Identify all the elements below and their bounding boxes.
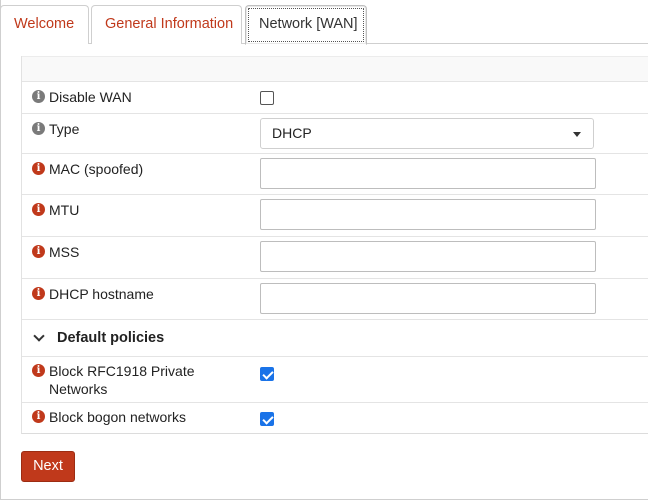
row-block-rfc1918: i Block RFC1918 Private Networks <box>22 357 648 403</box>
panel-header <box>22 56 648 82</box>
mss-label-wrap: i MSS <box>32 243 257 261</box>
row-mtu: i MTU <box>22 195 648 237</box>
tab-general-information[interactable]: General Information <box>91 5 242 44</box>
disable-wan-checkbox[interactable] <box>260 91 274 105</box>
type-select-value: DHCP <box>272 125 312 141</box>
default-policies-title: Default policies <box>57 330 165 346</box>
row-dhcp-hostname: i DHCP hostname <box>22 279 648 320</box>
dhcp-hostname-input[interactable] <box>260 283 596 314</box>
block-rfc1918-label: Block RFC1918 Private Networks <box>49 363 195 397</box>
mac-input[interactable] <box>260 158 596 189</box>
mtu-input[interactable] <box>260 199 596 230</box>
disable-wan-label: Disable WAN <box>49 89 132 105</box>
chevron-down-icon[interactable] <box>33 330 45 342</box>
block-bogon-label-wrap: i Block bogon networks <box>32 408 257 426</box>
info-icon[interactable]: i <box>32 90 45 103</box>
row-disable-wan: i Disable WAN <box>22 82 648 114</box>
mac-label: MAC (spoofed) <box>49 161 144 177</box>
row-type: i Type DHCP <box>22 114 648 154</box>
info-icon[interactable]: i <box>32 410 45 423</box>
block-rfc1918-checkbox[interactable] <box>260 367 274 381</box>
row-mac: i MAC (spoofed) <box>22 154 648 195</box>
tab-bar: Welcome General Information Network [WAN… <box>0 0 648 45</box>
disable-wan-label-wrap: i Disable WAN <box>32 88 257 106</box>
info-icon[interactable]: i <box>32 122 45 135</box>
info-icon[interactable]: i <box>32 245 45 258</box>
type-select[interactable]: DHCP <box>260 118 594 149</box>
row-block-bogon: i Block bogon networks <box>22 403 648 434</box>
dhcp-hostname-label-wrap: i DHCP hostname <box>32 285 257 303</box>
default-policies-title-wrap: Default policies <box>32 330 164 346</box>
next-button[interactable]: Next <box>21 451 75 482</box>
mac-label-wrap: i MAC (spoofed) <box>32 160 257 178</box>
mtu-label-wrap: i MTU <box>32 201 257 219</box>
wan-settings-panel: i Disable WAN i Type DHCP i MAC (spoofed… <box>21 56 648 434</box>
mtu-label: MTU <box>49 202 80 218</box>
block-rfc1918-label-wrap: i Block RFC1918 Private Networks <box>32 362 257 398</box>
row-mss: i MSS <box>22 237 648 279</box>
block-bogon-label: Block bogon networks <box>49 409 186 425</box>
type-label-wrap: i Type <box>32 120 257 138</box>
info-icon[interactable]: i <box>32 287 45 300</box>
tab-network-wan[interactable]: Network [WAN] <box>245 5 367 45</box>
type-label: Type <box>49 121 80 137</box>
info-icon[interactable]: i <box>32 203 45 216</box>
mss-label: MSS <box>49 244 80 260</box>
mss-input[interactable] <box>260 241 596 272</box>
dhcp-hostname-label: DHCP hostname <box>49 286 154 302</box>
row-default-policies-header[interactable]: Default policies <box>22 320 648 357</box>
block-bogon-checkbox[interactable] <box>260 412 274 426</box>
tab-welcome[interactable]: Welcome <box>0 5 89 44</box>
caret-down-icon <box>573 132 581 137</box>
info-icon[interactable]: i <box>32 162 45 175</box>
